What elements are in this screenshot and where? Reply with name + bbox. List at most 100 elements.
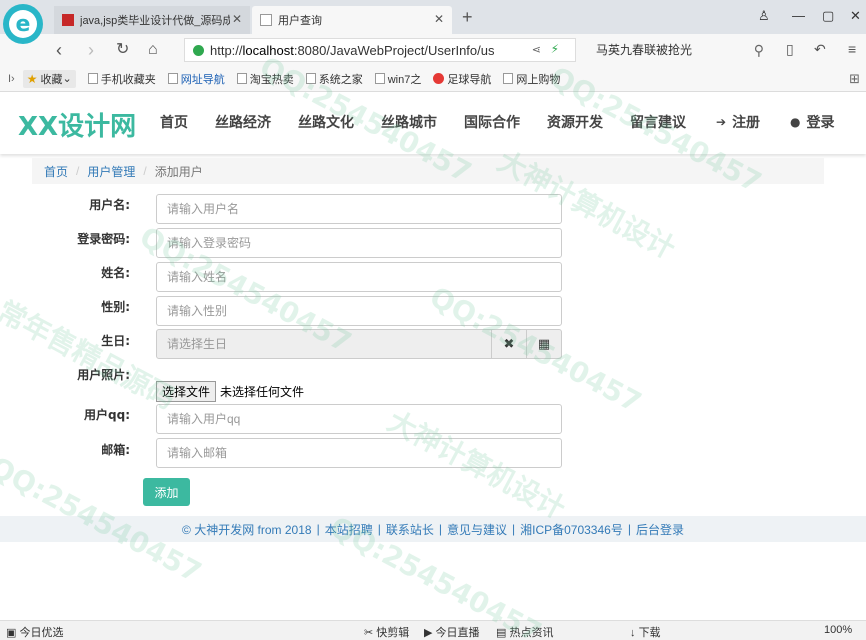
birthday-label: 生日: [101,334,130,348]
site-favicon-icon [62,14,74,26]
address-bar: ‹ › ↻ ⌂ http://localhost:8080/JavaWebPro… [0,34,866,66]
password-input[interactable] [156,228,562,258]
tab-title: 用户查询 [278,15,322,27]
home-icon[interactable]: ⌂ [148,39,158,61]
bookmark-item[interactable]: win7之 [374,71,421,87]
bookmark-item[interactable]: 网址导航 [167,71,225,87]
breadcrumb-home[interactable]: 首页 [44,163,68,180]
name-label: 姓名: [101,266,130,280]
site-logo[interactable]: XX设计网 [18,106,136,143]
footer-link-feedback[interactable]: 意见与建议 [447,521,507,538]
choose-file-button[interactable]: 选择文件 [156,381,217,402]
footer-link-admin[interactable]: 后台登录 [636,521,684,538]
close-window-button[interactable]: ✕ [850,8,861,24]
site-footer: © 大神开发网 from 2018 | 本站招聘 | 联系站长 | 意见与建议 … [0,516,866,542]
username-label: 用户名: [89,198,130,212]
breadcrumb-user-manage[interactable]: 用户管理 [87,163,135,180]
register-link[interactable]: ➔ 注册 [716,112,760,132]
page-icon [503,73,514,84]
status-item-clip[interactable]: ✂ 快剪辑 [364,624,409,640]
status-item-download[interactable]: ↓ 下载 [630,624,661,640]
user-icon: ● [790,115,801,129]
refresh-icon[interactable]: ↻ [116,39,129,61]
secure-shield-icon [193,44,204,56]
footer-link-icp[interactable]: 湘ICP备0703346号 [520,521,623,538]
bookmark-favorites[interactable]: ★ 收藏 ⌄ [22,69,76,88]
status-item-live[interactable]: ▶ 今日直播 [424,624,480,640]
page-icon [236,73,247,84]
birthday-input[interactable] [156,329,492,359]
undo-icon[interactable]: ↶ [814,41,826,58]
gender-input[interactable] [156,296,562,326]
gender-label: 性别: [101,300,130,314]
today-picks-link[interactable]: ▣ 今日优选 [6,624,63,640]
bookmark-item[interactable]: 手机收藏夹 [87,71,156,87]
sidebar-toggle-icon[interactable]: I› [8,73,15,85]
page-icon [305,73,316,84]
menu-icon[interactable]: ≡ [848,41,856,57]
page-icon [260,14,272,26]
forward-arrow-icon[interactable]: › [88,39,94,61]
search-icon[interactable]: ⚲ [754,39,764,61]
bookmarks-bar: I› ★ 收藏 ⌄ 手机收藏夹 网址导航 淘宝热卖 系统之家 win7之 足球导航… [0,66,866,92]
username-input[interactable] [156,194,562,224]
url-field[interactable]: http://localhost:8080/JavaWebProject/Use… [184,38,576,62]
clear-date-button[interactable]: ✖ [492,329,527,359]
status-item-news[interactable]: ▤ 热点资讯 [496,624,553,640]
mobile-icon[interactable]: ▯ [786,41,794,58]
add-button[interactable]: 添加 [143,478,190,506]
zoom-level[interactable]: 100% [824,624,852,636]
nav-silk-culture[interactable]: 丝路文化 [298,112,354,132]
nav-message[interactable]: 留言建议 [630,112,686,132]
close-icon[interactable]: ✕ [434,12,444,26]
name-input[interactable] [156,262,562,292]
browser-status-bar: ▣ 今日优选 ✂ 快剪辑 ▶ 今日直播 ▤ 热点资讯 ↓ 下载 100% [0,620,866,640]
login-link[interactable]: ● 登录 [790,112,834,132]
site-header: XX设计网 首页 丝路经济 丝路文化 丝路城市 国际合作 资源开发 留言建议 ➔… [0,92,866,154]
page-icon [167,73,178,84]
maximize-button[interactable]: ▢ [822,8,834,24]
email-label: 邮箱: [101,443,130,457]
bookmark-item[interactable]: 网上购物 [503,71,560,87]
bookmark-item[interactable]: 足球导航 [433,71,491,87]
birthday-picker: ✖ ▦ [156,329,562,359]
close-icon[interactable]: ✕ [232,12,242,26]
share-icon[interactable]: ⋖ [532,43,541,56]
footer-link-contact[interactable]: 联系站长 [386,521,434,538]
qq-input[interactable] [156,404,562,434]
new-tab-button[interactable]: + [462,8,473,26]
browser-tab-inactive[interactable]: java,jsp类毕业设计代做_源码成… ✕ [54,6,250,34]
nav-resource-dev[interactable]: 资源开发 [547,112,603,132]
email-input[interactable] [156,438,562,468]
page-icon [374,73,385,84]
password-label: 登录密码: [77,232,130,246]
photo-file-input: 选择文件 未选择任何文件 [156,381,304,402]
back-arrow-icon[interactable]: ‹ [56,39,62,61]
qq-label: 用户qq: [84,408,130,422]
browser-tab-active[interactable]: 用户查询 ✕ [252,6,452,34]
nav-silk-city[interactable]: 丝路城市 [381,112,437,132]
browser-logo-icon[interactable]: e [3,4,43,44]
nav-intl-coop[interactable]: 国际合作 [464,112,520,132]
sign-in-icon: ➔ [716,115,727,129]
breadcrumb-current: 添加用户 [154,164,203,179]
shirt-icon[interactable]: ♙ [758,8,770,24]
bolt-icon[interactable]: ⚡ [551,42,559,56]
tab-title: java,jsp类毕业设计代做_源码成… [80,15,230,27]
copyright-text: © 大神开发网 from 2018 [182,522,312,537]
minimize-button[interactable]: — [792,8,805,23]
main-nav: 首页 丝路经济 丝路文化 丝路城市 国际合作 资源开发 留言建议 [160,112,713,132]
nav-silk-economy[interactable]: 丝路经济 [215,112,271,132]
nav-home[interactable]: 首页 [160,112,188,132]
footer-link-jobs[interactable]: 本站招聘 [325,521,373,538]
bookmark-item[interactable]: 系统之家 [305,71,363,87]
file-status-text: 未选择任何文件 [220,385,305,399]
bookmark-item[interactable]: 淘宝热卖 [236,71,294,87]
browser-tab-bar: java,jsp类毕业设计代做_源码成… ✕ 用户查询 ✕ + ♙ — ▢ ✕ [0,0,866,34]
search-input[interactable]: 马英九春联被抢光 ⚲ [590,39,770,61]
apps-grid-icon[interactable]: ⊞ [849,71,860,87]
close-icon: ✖ [503,336,515,351]
phone-icon [87,73,98,84]
calendar-button[interactable]: ▦ [527,329,562,359]
star-icon: ★ [26,71,38,86]
